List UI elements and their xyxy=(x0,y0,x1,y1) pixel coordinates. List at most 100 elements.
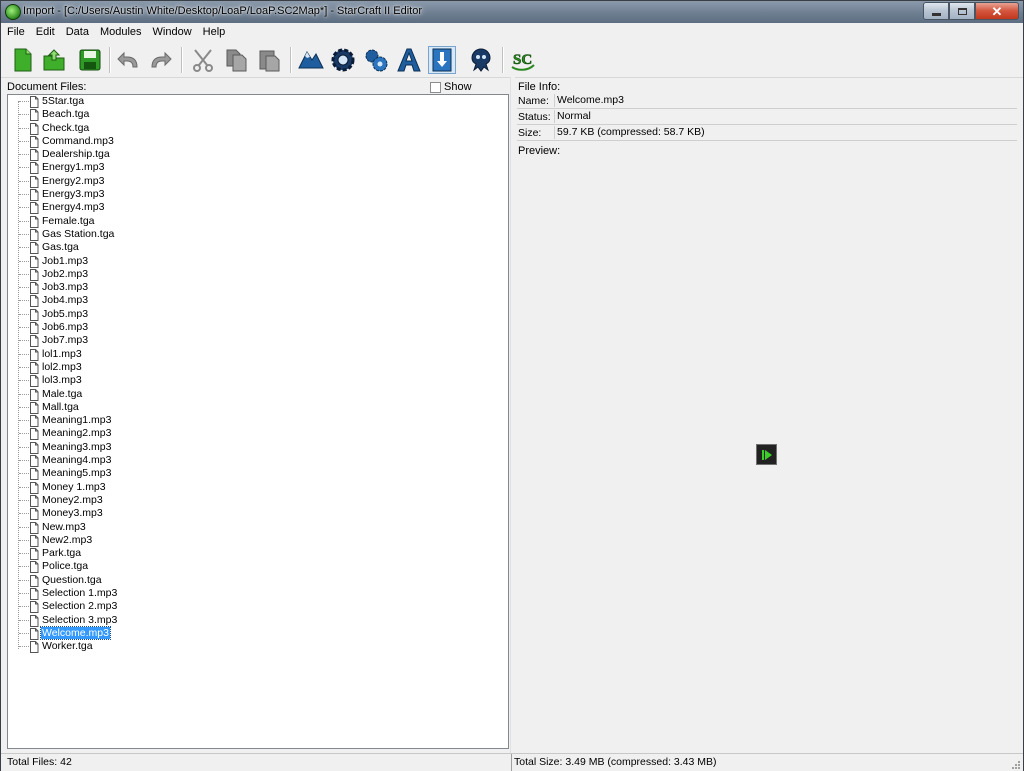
undo-button[interactable] xyxy=(115,46,143,74)
file-list-item[interactable]: Worker.tga xyxy=(8,640,508,654)
file-list-item[interactable]: lol3.mp3 xyxy=(8,374,508,388)
menu-file[interactable]: File xyxy=(1,23,30,41)
file-list-item[interactable]: Job1.mp3 xyxy=(8,255,508,268)
file-list-item[interactable]: lol2.mp3 xyxy=(8,361,508,374)
file-icon xyxy=(30,255,39,268)
cut-button[interactable] xyxy=(189,46,217,74)
paste-button[interactable] xyxy=(255,46,283,74)
file-list-item[interactable]: Mall.tga xyxy=(8,401,508,414)
file-list-item[interactable]: Park.tga xyxy=(8,547,508,561)
file-list-item[interactable]: Gas Station.tga xyxy=(8,228,508,241)
file-list-item[interactable]: Energy3.mp3 xyxy=(8,188,508,202)
close-button[interactable]: ✕ xyxy=(975,2,1019,20)
file-list-item[interactable]: lol1.mp3 xyxy=(8,348,508,361)
file-name: Job2.mp3 xyxy=(42,267,89,280)
file-list-item[interactable]: Dealership.tga xyxy=(8,148,508,162)
play-preview-button[interactable] xyxy=(756,444,777,465)
file-list-item[interactable]: Energy4.mp3 xyxy=(8,201,508,215)
maximize-button[interactable] xyxy=(949,2,975,20)
file-name: Money3.mp3 xyxy=(42,507,103,520)
import-module-button[interactable] xyxy=(428,46,456,74)
title-bar[interactable]: Import - [C:/Users/Austin White/Desktop/… xyxy=(1,1,1023,23)
file-list-item[interactable]: Selection 2.mp3 xyxy=(8,600,508,614)
sc-logo-button[interactable]: SC xyxy=(509,46,537,74)
file-name: Meaning4.mp3 xyxy=(42,454,112,467)
open-document-button[interactable] xyxy=(40,46,68,74)
file-name: Meaning3.mp3 xyxy=(42,440,112,453)
file-list-item[interactable]: Check.tga xyxy=(8,122,508,135)
new-document-button[interactable] xyxy=(9,46,37,74)
file-list-item[interactable]: Meaning4.mp3 xyxy=(8,454,508,468)
resize-grip-icon[interactable] xyxy=(1009,758,1021,770)
file-icon xyxy=(30,149,39,162)
file-name: Job3.mp3 xyxy=(42,281,89,294)
file-list-item[interactable]: Beach.tga xyxy=(8,108,508,122)
redo-button[interactable] xyxy=(146,46,174,74)
file-list-item[interactable]: Selection 1.mp3 xyxy=(8,587,508,600)
menu-modules[interactable]: Modules xyxy=(94,23,147,41)
file-list-item[interactable]: Police.tga xyxy=(8,560,508,574)
status-key: Status: xyxy=(518,111,551,123)
file-list-item[interactable]: Meaning5.mp3 xyxy=(8,467,508,481)
text-module-button[interactable] xyxy=(395,46,423,74)
file-list-item[interactable]: 5Star.tga xyxy=(8,95,508,108)
file-list-item[interactable]: Meaning3.mp3 xyxy=(8,441,508,454)
starcraft-app-icon[interactable] xyxy=(5,4,21,20)
file-icon xyxy=(30,282,39,295)
file-list-item[interactable]: Job2.mp3 xyxy=(8,268,508,281)
file-list-item[interactable]: Meaning1.mp3 xyxy=(8,414,508,428)
window-title: Import - [C:/Users/Austin White/Desktop/… xyxy=(23,5,423,17)
menu-help[interactable]: Help xyxy=(197,23,231,41)
sc-logo-icon: SC xyxy=(511,52,535,71)
file-list-item[interactable]: Command.mp3 xyxy=(8,135,508,148)
file-name: Gas.tga xyxy=(42,241,79,254)
document-files-tree[interactable]: 5Star.tga Beach.tga Check.tga Command.mp3 De… xyxy=(7,94,509,749)
file-icon xyxy=(30,455,39,468)
file-list-item[interactable]: Money3.mp3 xyxy=(8,507,508,521)
file-name: Male.tga xyxy=(42,387,83,400)
file-list-item[interactable]: Question.tga xyxy=(8,574,508,587)
file-list-item[interactable]: Energy2.mp3 xyxy=(8,175,508,188)
file-list-item[interactable]: Job4.mp3 xyxy=(8,294,508,308)
save-button[interactable] xyxy=(76,46,104,74)
copy-button[interactable] xyxy=(222,46,250,74)
file-list-item[interactable]: Job3.mp3 xyxy=(8,281,508,295)
file-list-item[interactable]: Money 1.mp3 xyxy=(8,481,508,494)
tree-list: 5Star.tga Beach.tga Check.tga Command.mp3 De… xyxy=(8,95,508,654)
file-list-item[interactable]: Energy1.mp3 xyxy=(8,161,508,175)
file-list-item[interactable]: New.mp3 xyxy=(8,521,508,534)
file-name: Park.tga xyxy=(42,547,82,560)
file-icon xyxy=(30,348,39,361)
file-name: Energy2.mp3 xyxy=(42,174,105,187)
file-list-item[interactable]: Welcome.mp3 xyxy=(8,625,508,640)
file-icon xyxy=(30,521,39,534)
file-icon xyxy=(30,388,39,401)
terrain-module-button[interactable] xyxy=(297,46,325,74)
file-list-item[interactable]: New2.mp3 xyxy=(8,534,508,547)
menu-edit[interactable]: Edit xyxy=(30,23,60,41)
file-list-item[interactable]: Money2.mp3 xyxy=(8,494,508,507)
data-module-button[interactable] xyxy=(362,46,390,74)
file-list-item[interactable]: Male.tga xyxy=(8,388,508,401)
file-list-item[interactable]: Meaning2.mp3 xyxy=(8,427,508,441)
file-list-item[interactable]: Gas.tga xyxy=(8,241,508,255)
file-list-item[interactable]: Female.tga xyxy=(8,215,508,228)
file-name: lol2.mp3 xyxy=(42,360,82,373)
file-name: New.mp3 xyxy=(42,520,86,533)
triggers-module-button[interactable] xyxy=(329,46,357,74)
file-list-item[interactable]: Selection 3.mp3 xyxy=(8,614,508,627)
file-icon xyxy=(30,268,39,281)
close-icon: ✕ xyxy=(991,3,1003,19)
file-list-item[interactable]: Job7.mp3 xyxy=(8,334,508,348)
file-name: Meaning2.mp3 xyxy=(42,427,112,440)
show-reserved-checkbox[interactable] xyxy=(430,82,441,93)
menu-window[interactable]: Window xyxy=(147,23,197,41)
minimize-button[interactable] xyxy=(923,2,949,20)
file-list-item[interactable]: Job5.mp3 xyxy=(8,308,508,321)
file-name: Meaning1.mp3 xyxy=(42,414,112,427)
caption-buttons: ✕ xyxy=(923,2,1019,20)
menu-data[interactable]: Data xyxy=(60,23,94,41)
file-list-item[interactable]: Job6.mp3 xyxy=(8,321,508,335)
editor-window: Import - [C:/Users/Austin White/Desktop/… xyxy=(0,0,1024,771)
cutscene-module-button[interactable] xyxy=(467,46,495,74)
